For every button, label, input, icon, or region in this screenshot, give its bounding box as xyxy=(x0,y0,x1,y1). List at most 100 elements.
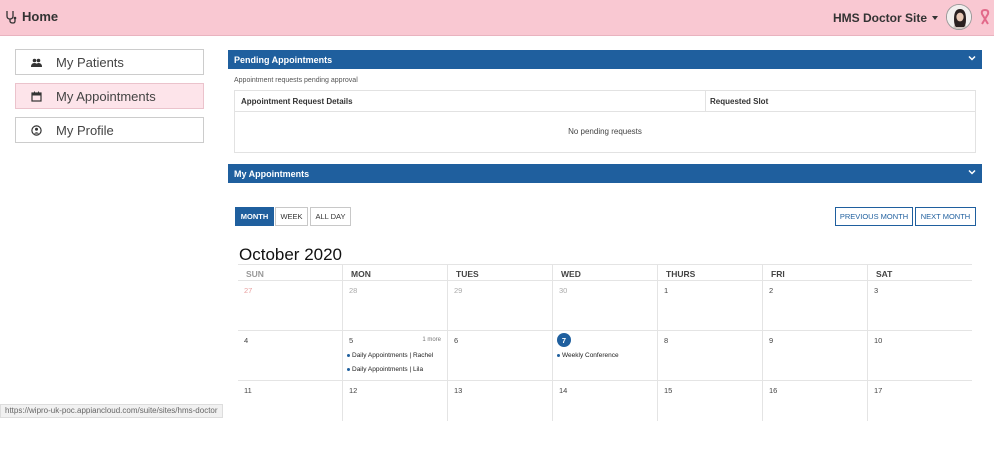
chevron-down-icon[interactable] xyxy=(968,54,976,62)
calendar-day-cell[interactable]: 30 xyxy=(552,281,657,330)
day-number: 2 xyxy=(769,286,774,295)
calendar-day-cell[interactable]: 8 xyxy=(657,331,762,380)
user-icon xyxy=(16,124,56,136)
day-number: 29 xyxy=(454,286,463,295)
calendar-event[interactable]: Daily Appointments | Rachel xyxy=(347,352,433,359)
day-number: 30 xyxy=(559,286,568,295)
user-photo-icon xyxy=(947,5,971,29)
event-dot-icon xyxy=(347,368,350,371)
home-label: Home xyxy=(22,9,59,24)
calendar-grid: SUN MON TUES WED THURS FRI SAT 27 28 29 … xyxy=(238,264,972,421)
weekday-header-row: SUN MON TUES WED THURS FRI SAT xyxy=(238,264,972,281)
chevron-down-icon xyxy=(932,16,938,20)
users-icon xyxy=(16,57,56,68)
event-dot-icon xyxy=(557,354,560,357)
calendar-day-cell[interactable]: 14 xyxy=(552,381,657,421)
calendar-week-row: 27 28 29 30 1 2 3 xyxy=(238,281,972,331)
today-marker: 7 xyxy=(557,333,571,347)
day-number: 10 xyxy=(874,336,883,345)
my-appointments-header[interactable]: My Appointments xyxy=(228,164,982,183)
calendar-day-cell[interactable]: 5 1 more Daily Appointments | Rachel Dai… xyxy=(342,331,447,380)
pending-appointments-header[interactable]: Pending Appointments xyxy=(228,50,982,69)
sidebar-item-my-profile[interactable]: My Profile xyxy=(15,117,204,143)
day-number: 14 xyxy=(559,386,568,395)
column-divider xyxy=(705,91,706,112)
chevron-down-icon[interactable] xyxy=(968,168,976,176)
week-view-button[interactable]: WEEK xyxy=(275,207,308,226)
avatar[interactable] xyxy=(946,4,972,30)
event-dot-icon xyxy=(347,354,350,357)
more-events-link[interactable]: 1 more xyxy=(422,337,441,343)
calendar-day-cell[interactable]: 12 xyxy=(342,381,447,421)
day-number: 13 xyxy=(454,386,463,395)
all-day-view-button[interactable]: ALL DAY xyxy=(310,207,351,226)
month-view-button[interactable]: MONTH xyxy=(235,207,274,226)
day-number: 17 xyxy=(874,386,883,395)
event-title: Weekly Conference xyxy=(562,352,619,359)
calendar-day-cell[interactable]: 2 xyxy=(762,281,867,330)
calendar-day-cell[interactable]: 28 xyxy=(342,281,447,330)
calendar-day-cell[interactable]: 1 xyxy=(657,281,762,330)
calendar-day-cell[interactable]: 9 xyxy=(762,331,867,380)
pending-requests-table: Appointment Request Details Requested Sl… xyxy=(234,90,976,153)
home-link[interactable]: Home xyxy=(5,9,58,24)
event-title: Daily Appointments | Rachel xyxy=(352,352,434,359)
day-number: 28 xyxy=(349,286,358,295)
calendar-week-row: 11 12 13 14 15 16 17 xyxy=(238,381,972,421)
calendar-day-cell[interactable]: 13 xyxy=(447,381,552,421)
calendar-month-title: October 2020 xyxy=(239,245,343,264)
sidebar-item-my-patients[interactable]: My Patients xyxy=(15,49,204,75)
calendar-event[interactable]: Daily Appointments | Lila xyxy=(347,366,423,373)
top-header-bar: Home HMS Doctor Site xyxy=(0,0,994,36)
calendar-day-cell[interactable]: 17 xyxy=(867,381,972,421)
sidebar-item-my-appointments[interactable]: My Appointments xyxy=(15,83,204,109)
calendar-day-cell[interactable]: 4 xyxy=(238,331,342,380)
day-number: 16 xyxy=(769,386,778,395)
weekday-label: THURS xyxy=(657,265,762,280)
site-switcher[interactable]: HMS Doctor Site xyxy=(833,11,938,25)
pending-subtitle: Appointment requests pending approval xyxy=(234,77,358,84)
browser-status-url: https://wipro-uk-poc.appiancloud.com/sui… xyxy=(0,404,223,418)
day-number: 4 xyxy=(244,336,249,345)
day-number: 12 xyxy=(349,386,358,395)
day-number: 3 xyxy=(874,286,879,295)
day-number: 8 xyxy=(664,336,669,345)
next-month-button[interactable]: NEXT MONTH xyxy=(915,207,976,226)
calendar-day-cell[interactable]: 7 Weekly Conference xyxy=(552,331,657,380)
sidebar-item-label: My Appointments xyxy=(56,88,156,104)
weekday-label: FRI xyxy=(762,265,867,280)
site-label: HMS Doctor Site xyxy=(832,11,927,25)
event-title: Daily Appointments | Lila xyxy=(352,366,424,373)
day-number: 1 xyxy=(664,286,669,295)
day-number: 27 xyxy=(244,286,253,295)
column-header: Requested Slot xyxy=(710,97,769,106)
calendar-week-row: 4 5 1 more Daily Appointments | Rachel D… xyxy=(238,331,972,381)
sidebar-item-label: My Profile xyxy=(56,122,114,138)
calendar-day-cell[interactable]: 6 xyxy=(447,331,552,380)
calendar-day-cell[interactable]: 16 xyxy=(762,381,867,421)
stethoscope-icon xyxy=(6,10,17,24)
awareness-ribbon-icon xyxy=(980,9,990,25)
weekday-label: MON xyxy=(342,265,447,280)
calendar-day-cell[interactable]: 10 xyxy=(867,331,972,380)
calendar-day-cell[interactable]: 29 xyxy=(447,281,552,330)
day-number: 9 xyxy=(769,336,774,345)
table-header: Appointment Request Details Requested Sl… xyxy=(235,91,975,112)
day-number: 15 xyxy=(664,386,673,395)
panel-title: Pending Appointments xyxy=(234,54,333,65)
sidebar-item-label: My Patients xyxy=(56,54,124,70)
calendar-day-cell[interactable]: 15 xyxy=(657,381,762,421)
calendar-day-cell[interactable]: 27 xyxy=(238,281,342,330)
empty-state-text: No pending requests xyxy=(568,127,642,136)
calendar-day-cell[interactable]: 11 xyxy=(238,381,342,421)
calendar-day-cell[interactable]: 3 xyxy=(867,281,972,330)
column-header: Appointment Request Details xyxy=(241,97,353,106)
side-navigation: My Patients My Appointments My Profile xyxy=(15,49,204,151)
previous-month-button[interactable]: PREVIOUS MONTH xyxy=(835,207,913,226)
day-number: 5 xyxy=(349,336,354,345)
day-number: 11 xyxy=(244,386,252,395)
calendar-event[interactable]: Weekly Conference xyxy=(557,352,619,359)
weekday-label: TUES xyxy=(447,265,552,280)
weekday-label: SAT xyxy=(867,265,972,280)
calendar-icon xyxy=(16,91,56,102)
